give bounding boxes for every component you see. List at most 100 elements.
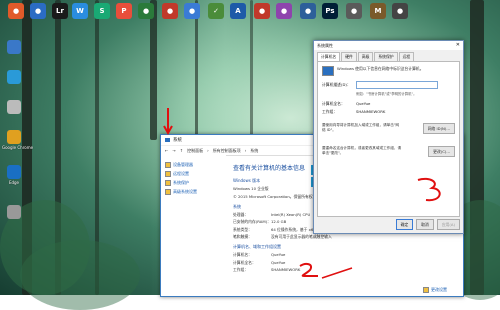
dialog-title-bar: 系统属性 ✕ [314,41,463,50]
shield-icon [165,180,171,186]
workgroup-value: SHANMIEWORK [356,109,386,114]
window-title: 系统 [173,138,182,143]
shield-icon [165,171,171,177]
computer-info-value: QueYue [271,259,286,265]
desktop-shortcut[interactable] [2,205,26,220]
change-settings-link[interactable]: 更改设置 [423,287,447,293]
computer-info-row: 计算机名： QueYue [233,252,457,258]
change-button[interactable]: 更改(C)... [428,146,455,157]
icon-3-icon[interactable]: Lr [52,3,68,19]
tab-advanced[interactable]: 高级 [357,52,374,61]
computer-label: 计算机名、域和工作组设置 [233,244,281,249]
panel-description: Windows 使用以下信息在网络中标识这台计算机。 [337,66,424,71]
breadcrumb-3[interactable]: 系统 [250,148,258,154]
desktop-shortcut[interactable] [2,100,26,115]
system-info-value: 12.0 GB [271,219,287,224]
back-arrow-icon[interactable]: ← [165,148,168,153]
system-info-key: 笔和触摸： [233,234,252,239]
ok-button[interactable]: 确定 [395,219,414,230]
icon-8-icon[interactable]: ● [162,3,178,19]
icon-18-icon[interactable]: ● [392,3,408,19]
icon-17-icon[interactable]: M [370,3,386,19]
icon-15-icon[interactable]: Ps [322,3,338,19]
icon-1-icon[interactable]: ● [8,3,24,19]
system-info-row: 笔和触摸： 没有可用于此显示器的笔或触控输入 [233,234,457,240]
monitor-icon [322,66,334,76]
icon-12-icon[interactable]: ● [254,3,270,19]
desktop-shortcut[interactable]: Edge [2,165,26,185]
icon-11-icon[interactable]: A [230,3,246,19]
shield-icon [423,287,429,293]
shortcut-label: Edge [8,180,20,185]
computer-info-key: 计算机名： [233,252,252,257]
workgroup-label: 工作组： [322,109,338,114]
rename-text: 要重命名这台计算机，或者更改其域或工作组，请单击"更改"。 [322,146,402,155]
desktop-shortcut[interactable] [2,70,26,85]
system-info-key: 系统类型： [233,226,252,232]
up-arrow-icon[interactable]: ↑ [180,148,183,153]
desktop-shortcut[interactable]: Google Chrome [2,130,34,150]
full-name-label: 计算机全名： [322,101,345,106]
icon-2-icon[interactable]: ● [30,3,46,19]
link-device-manager[interactable]: 设备管理器 [165,162,222,168]
network-id-button[interactable]: 网络 ID(N)... [422,123,455,134]
computer-info-key: 计算机全名： [233,259,256,265]
description-field-label: 计算机描述(D)： [322,82,351,87]
shortcut-icon [7,130,21,144]
computer-info-row: 工作组： SHANMIEWORK [233,267,457,273]
computer-info-value: SHANMIEWORK [271,267,301,272]
forward-arrow-icon[interactable]: → [172,148,175,153]
icon-5-icon[interactable]: S [94,3,110,19]
close-icon[interactable]: ✕ [456,42,460,48]
shortcut-icon [7,165,21,179]
tab-remote[interactable]: 远程 [398,52,415,61]
tab-system-protection[interactable]: 系统保护 [374,52,398,61]
apply-button[interactable]: 应用(A) [436,219,460,230]
tab-hardware[interactable]: 硬件 [341,52,357,61]
icon-10-icon[interactable]: ✓ [208,3,224,19]
system-properties-dialog: 系统属性 ✕ 计算机名 硬件 高级 系统保护 远程 Windows 使用以下信息… [313,40,464,234]
breadcrumb-2[interactable]: 所有控制面板项 [213,148,241,154]
computer-icon [165,138,170,142]
icon-9-icon[interactable]: ● [184,3,200,19]
icon-6-icon[interactable]: P [116,3,132,19]
left-nav: 设备管理器 远程设置 系统保护 高级系统设置 [161,155,226,296]
description-hint: 例如："书房计算机"或"李明的计算机"。 [356,92,417,96]
full-name-value: QueYue [356,101,371,106]
computer-info-value: QueYue [271,252,286,257]
dialog-tabs: 计算机名 硬件 高级 系统保护 远程 [314,50,463,61]
dialog-title: 系统属性 [317,42,333,48]
system-info-value: 没有可用于此显示器的笔或触控输入 [271,234,332,239]
link-advanced-settings[interactable]: 高级系统设置 [165,189,222,195]
link-system-protection[interactable]: 系统保护 [165,180,222,186]
shortcut-icon [7,205,21,219]
icon-16-icon[interactable]: ● [346,3,362,19]
link-remote-settings[interactable]: 远程设置 [165,171,222,177]
shield-icon [165,162,171,168]
shortcut-icon [7,100,21,114]
system-info-value: Intel(R) Xeon(R) CPU [271,211,311,217]
dialog-footer: 确定 取消 应用(A) [395,219,460,230]
shortcut-icon [7,70,21,84]
shortcut-icon [7,40,21,54]
tab-computer-name[interactable]: 计算机名 [317,52,341,61]
cancel-button[interactable]: 取消 [416,219,434,230]
icon-13-icon[interactable]: ● [276,3,292,19]
system-info-key: 处理器： [233,211,249,217]
computer-info-key: 工作组： [233,267,249,272]
icon-4-icon[interactable]: W [72,3,88,19]
network-id-text: 要使用向导将计算机加入域或工作组，请单击"网络 ID"。 [322,123,400,132]
icon-14-icon[interactable]: ● [300,3,316,19]
breadcrumb-1[interactable]: 控制面板 [187,148,203,154]
copyright: © 2015 Microsoft Corporation。保留所有权利。 [233,193,321,199]
edition-name: Windows 10 企业版 [233,186,269,191]
shortcut-label: Google Chrome [2,145,34,150]
icon-7-icon[interactable]: ● [138,3,154,19]
computer-description-input[interactable] [356,81,438,89]
desktop-shortcut[interactable] [2,40,26,55]
desktop-icon-row: ● ● Lr W S P ● ● ● ✓ A ● ● ● Ps ● M ● [0,0,500,28]
fern-foliage [20,240,140,310]
computer-info-row: 计算机全名： QueYue [233,260,457,266]
shield-icon [165,189,171,195]
tab-panel: Windows 使用以下信息在网络中标识这台计算机。 计算机描述(D)： 例如：… [317,61,460,217]
